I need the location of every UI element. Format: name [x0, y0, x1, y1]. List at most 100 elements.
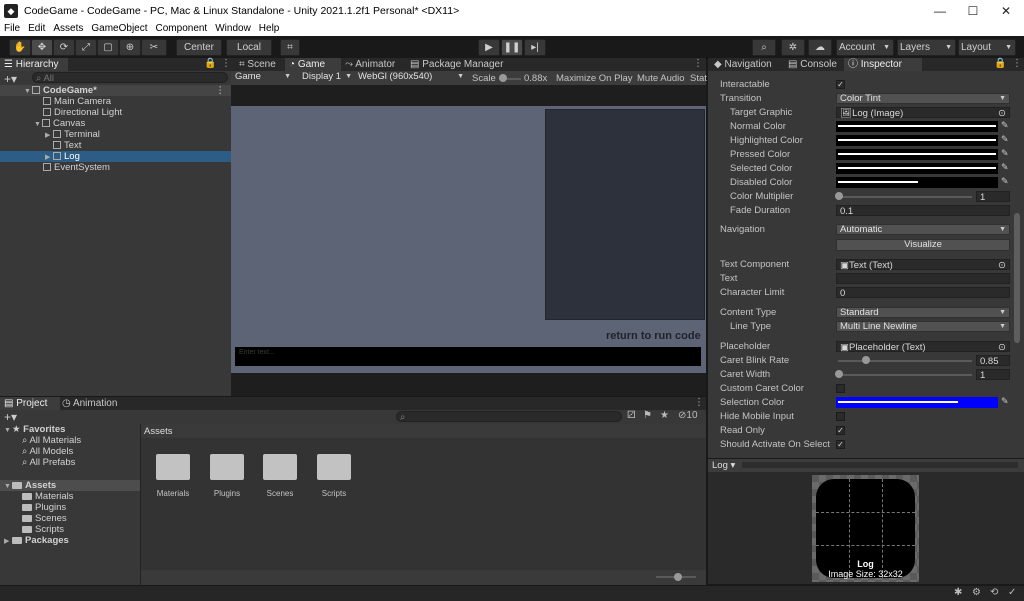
hide-mobile-input-checkbox[interactable] — [836, 412, 845, 421]
rect-tool-icon[interactable]: ▢ — [97, 39, 119, 56]
object-picker-icon[interactable]: ⊙ — [998, 108, 1006, 119]
stats-toggle[interactable]: Stat — [690, 73, 707, 84]
folder-materials[interactable]: Materials — [156, 454, 190, 499]
character-limit-field[interactable]: 0 — [836, 287, 1010, 299]
pivot-local-button[interactable]: Local — [226, 39, 272, 56]
more-options-icon[interactable]: ⋮ — [221, 58, 231, 69]
transform-tool-icon[interactable]: ⊕ — [119, 39, 141, 56]
search-icon[interactable]: ⌕ — [752, 39, 776, 56]
placeholder-field[interactable]: ▣Placeholder (Text) ⊙ — [836, 341, 1010, 353]
tree-scripts[interactable]: Scripts — [22, 524, 64, 535]
tree-item-canvas[interactable]: ▼ Canvas — [34, 118, 85, 129]
tree-favorites[interactable]: ▼★ Favorites — [4, 424, 65, 435]
play-button[interactable]: ▶ — [478, 39, 500, 56]
folder-plugins[interactable]: Plugins — [210, 454, 244, 499]
folder-scenes[interactable]: Scenes — [263, 454, 297, 499]
object-picker-icon[interactable]: ⊙ — [998, 260, 1006, 271]
caret-width-knob[interactable] — [835, 370, 843, 378]
tab-animator[interactable]: ⤳ Animator — [341, 58, 399, 71]
line-type-dropdown[interactable]: Multi Line Newline ▼ — [836, 321, 1010, 332]
scale-slider-knob[interactable] — [499, 74, 507, 82]
text-component-field[interactable]: ▣Text (Text) ⊙ — [836, 259, 1010, 271]
more-options-icon[interactable]: ⋮ — [216, 85, 226, 96]
pivot-center-button[interactable]: Center — [176, 39, 222, 56]
menu-assets[interactable]: Assets — [49, 22, 87, 34]
tree-item-directional-light[interactable]: Directional Light — [43, 107, 122, 118]
scale-tool-icon[interactable]: ⤢ — [75, 39, 97, 56]
object-picker-icon[interactable]: ⊙ — [998, 342, 1006, 353]
tree-scenes[interactable]: Scenes — [22, 513, 67, 524]
tab-game[interactable]: ◔ Game — [285, 58, 341, 71]
caret-blink-rate-field[interactable]: 0.85 — [976, 355, 1010, 367]
target-graphic-field[interactable]: 🖼Log (Image) ⊙ — [836, 107, 1010, 119]
eyedropper-icon[interactable]: ✎ — [1001, 176, 1009, 187]
eyedropper-icon[interactable]: ✎ — [1001, 120, 1009, 131]
menu-gameobject[interactable]: GameObject — [87, 22, 151, 34]
tab-hierarchy[interactable]: ☰ Hierarchy — [0, 58, 68, 71]
icon-size-knob[interactable] — [674, 573, 682, 581]
cloud-icon[interactable]: ☁ — [808, 39, 832, 56]
disabled-color-swatch[interactable] — [836, 177, 998, 188]
preview-resize-bar[interactable] — [742, 462, 1018, 468]
pressed-color-swatch[interactable] — [836, 149, 998, 160]
caret-blink-rate-knob[interactable] — [862, 356, 870, 364]
grid-snap-icon[interactable]: ⌗ — [280, 39, 300, 56]
more-options-icon[interactable]: ⋮ — [694, 397, 704, 408]
mute-audio-toggle[interactable]: Mute Audio — [637, 73, 685, 84]
tab-navigation[interactable]: ◆ Navigation — [710, 58, 776, 71]
transition-dropdown[interactable]: Color Tint ▼ — [836, 93, 1010, 104]
menu-help[interactable]: Help — [255, 22, 284, 34]
custom-tool-icon[interactable]: ✂ — [141, 39, 167, 56]
add-icon[interactable]: +▾ — [4, 410, 17, 424]
tree-item-log[interactable]: ▶ Log — [0, 151, 231, 162]
color-multiplier-knob[interactable] — [835, 192, 843, 200]
color-multiplier-slider[interactable] — [838, 196, 972, 198]
filter-label-icon[interactable]: ⚑ — [643, 410, 652, 421]
more-options-icon[interactable]: ⋮ — [1012, 58, 1022, 69]
tree-plugins[interactable]: Plugins — [22, 502, 66, 513]
folder-scripts[interactable]: Scripts — [317, 454, 351, 499]
collab-status-icon[interactable]: ⟲ — [990, 587, 998, 598]
menu-window[interactable]: Window — [211, 22, 255, 34]
read-only-checkbox[interactable]: ✓ — [836, 426, 845, 435]
caret-blink-rate-slider[interactable] — [838, 360, 972, 362]
account-dropdown[interactable]: Account ▼ — [836, 39, 894, 56]
eyedropper-icon[interactable]: ✎ — [1001, 396, 1009, 407]
caret-width-slider[interactable] — [838, 374, 972, 376]
rotate-tool-icon[interactable]: ⟳ — [53, 39, 75, 56]
color-multiplier-field[interactable]: 1 — [976, 191, 1010, 203]
tab-project[interactable]: ▤ Project — [0, 397, 60, 410]
filter-type-icon[interactable]: ⚂ — [627, 410, 636, 421]
caret-width-field[interactable]: 1 — [976, 369, 1010, 381]
custom-caret-color-checkbox[interactable] — [836, 384, 845, 393]
preview-title-dropdown[interactable]: Log ▾ — [712, 460, 735, 471]
tree-assets[interactable]: ▼ Assets — [0, 480, 140, 491]
normal-color-swatch[interactable] — [836, 121, 998, 132]
add-icon[interactable]: +▾ — [4, 72, 17, 86]
menu-component[interactable]: Component — [152, 22, 212, 34]
maximize-button[interactable]: ☐ — [958, 2, 988, 20]
favorite-all-prefabs[interactable]: ⌕ All Prefabs — [22, 457, 75, 468]
interactable-checkbox[interactable]: ✓ — [836, 80, 845, 89]
hand-tool-icon[interactable]: ✋ — [9, 39, 31, 56]
eyedropper-icon[interactable]: ✎ — [1001, 134, 1009, 145]
layout-dropdown[interactable]: Layout ▼ — [958, 39, 1016, 56]
eyedropper-icon[interactable]: ✎ — [1001, 162, 1009, 173]
tree-item-text[interactable]: Text — [53, 140, 81, 151]
project-search-input[interactable]: ⌕ — [396, 411, 622, 423]
maximize-on-play-toggle[interactable]: Maximize On Play — [556, 73, 633, 84]
fade-duration-field[interactable]: 0.1 — [836, 205, 1010, 217]
tab-package-manager[interactable]: ▤ Package Manager — [406, 58, 507, 71]
layers-dropdown[interactable]: Layers ▼ — [897, 39, 956, 56]
selected-color-swatch[interactable] — [836, 163, 998, 174]
visualize-button[interactable]: Visualize — [836, 239, 1010, 251]
navigation-dropdown[interactable]: Automatic ▼ — [836, 224, 1010, 235]
tab-animation[interactable]: ◷ Animation — [58, 397, 121, 410]
game-viewport[interactable]: return to run code Enter text... — [231, 106, 706, 373]
pause-button[interactable]: ❚❚ — [501, 39, 523, 56]
hierarchy-search-input[interactable]: ⌕ All — [32, 72, 228, 84]
breadcrumb-assets[interactable]: Assets — [144, 426, 173, 437]
lock-icon[interactable]: 🔒 — [994, 58, 1006, 69]
tab-console[interactable]: ▤ Console — [784, 58, 841, 71]
close-button[interactable]: ✕ — [991, 2, 1021, 20]
